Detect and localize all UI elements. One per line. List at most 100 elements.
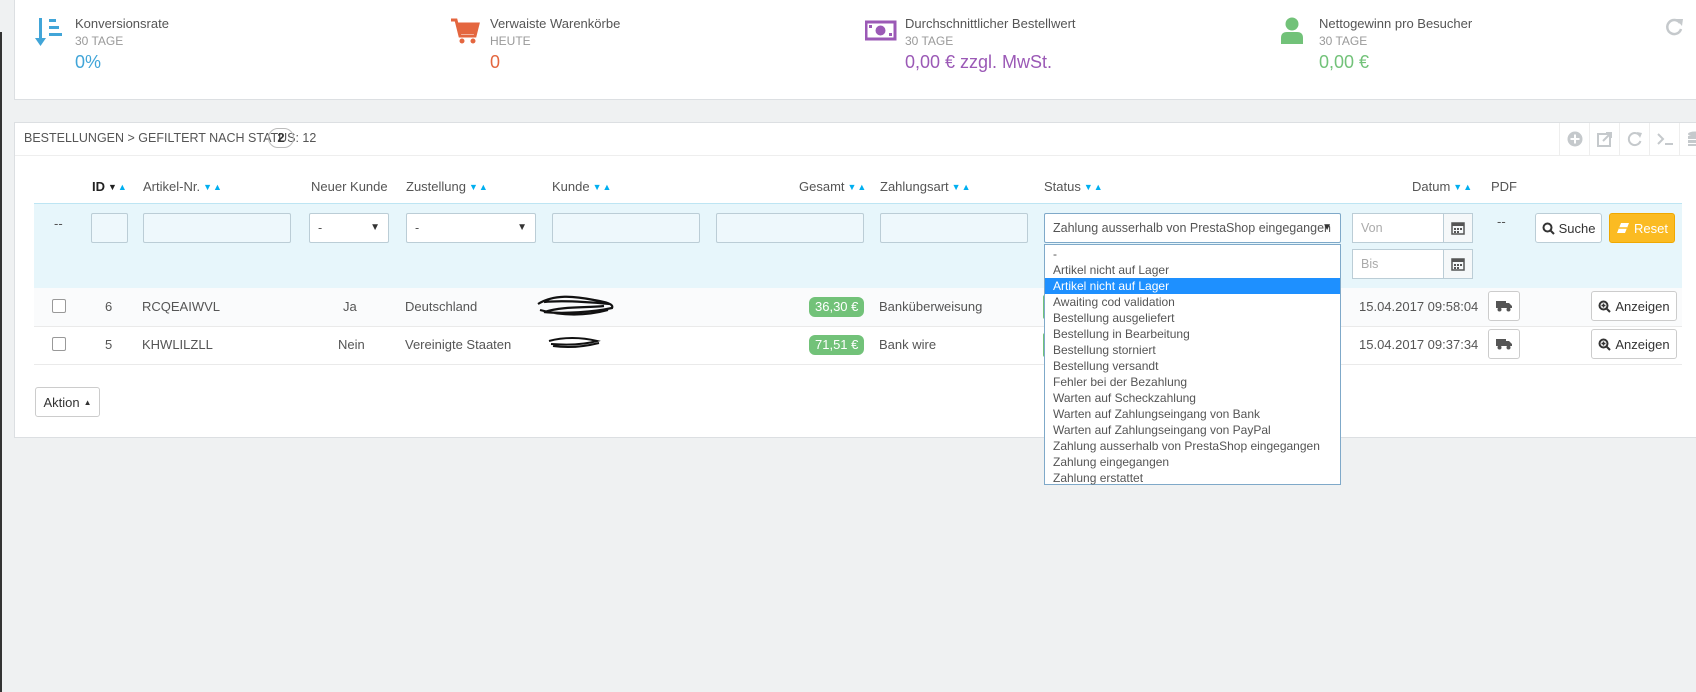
col-header-payment[interactable]: Zahlungsart ▼▲ xyxy=(880,179,971,194)
status-dropdown-list[interactable]: - Artikel nicht auf Lager Artikel nicht au… xyxy=(1044,244,1341,485)
refresh-list-button[interactable] xyxy=(1619,123,1649,155)
col-header-status[interactable]: Status ▼▲ xyxy=(1044,179,1104,194)
status-option[interactable]: Fehler bei der Bezahlung xyxy=(1045,374,1340,390)
sort-icon[interactable]: ▼▲ xyxy=(469,182,489,192)
table-row[interactable]: 5 KHWLILZLL Nein Vereinigte Staaten 71,5… xyxy=(34,326,1682,365)
col-header-label: Neuer Kunde xyxy=(311,179,388,194)
panel-header: Bestellungen > Gefiltert nach Status: 12… xyxy=(15,123,1696,156)
delivery-filter-select[interactable]: - ▼ xyxy=(406,213,536,243)
terminal-icon xyxy=(1656,133,1673,145)
payment-filter-input[interactable] xyxy=(880,213,1028,243)
cell-payment: Banküberweisung xyxy=(879,299,983,314)
reset-button[interactable]: Reset xyxy=(1609,213,1675,243)
refresh-icon[interactable] xyxy=(1663,16,1685,38)
col-header-label: Status xyxy=(1044,179,1081,194)
kpi-label: Durchschnittlicher Bestellwert xyxy=(905,16,1076,31)
status-option[interactable]: Bestellung storniert xyxy=(1045,342,1340,358)
status-option[interactable]: Zahlung ausserhalb von PrestaShop eingeg… xyxy=(1045,438,1340,454)
window-left-edge xyxy=(0,32,2,692)
id-filter-input[interactable] xyxy=(91,213,128,243)
status-filter-select[interactable]: Zahlung ausserhalb von PrestaShop eingeg… xyxy=(1044,213,1341,243)
add-new-button[interactable] xyxy=(1559,123,1589,155)
kpi-value: 0,00 € xyxy=(1319,52,1370,72)
status-option[interactable]: Awaiting cod validation xyxy=(1045,294,1340,310)
status-option[interactable]: Bestellung ausgeliefert xyxy=(1045,310,1340,326)
redacted-customer-scribble xyxy=(548,337,601,348)
user-icon xyxy=(1281,17,1303,44)
export-button[interactable] xyxy=(1589,123,1619,155)
status-option[interactable]: Warten auf Zahlungseingang von Bank xyxy=(1045,406,1340,422)
col-header-total[interactable]: Gesamt ▼▲ xyxy=(799,179,867,194)
row-checkbox[interactable] xyxy=(52,337,66,351)
sort-icon[interactable]: ▼▲ xyxy=(952,182,972,192)
truck-icon xyxy=(1496,301,1512,312)
status-option[interactable]: - xyxy=(1045,246,1340,262)
select-value: - xyxy=(415,221,420,235)
kpi-panel: Konversionsrate 30 TAGE 0% Verwaiste War… xyxy=(14,0,1696,100)
status-option[interactable]: Artikel nicht auf Lager xyxy=(1045,262,1340,278)
cell-new-customer: Nein xyxy=(338,337,365,352)
sql-query-button[interactable] xyxy=(1649,123,1679,155)
kpi-value: 0,00 € zzgl. MwSt. xyxy=(905,52,1053,72)
view-order-button[interactable]: Anzeigen xyxy=(1591,291,1677,321)
sort-icon[interactable]: ▼▲ xyxy=(1453,182,1473,192)
status-option[interactable]: Warten auf Scheckzahlung xyxy=(1045,390,1340,406)
new-customer-filter-select[interactable]: - ▼ xyxy=(309,213,389,243)
table-row[interactable]: 6 RCQEAIWVL Ja Deutschland 36,30 € Bankü… xyxy=(34,288,1682,327)
status-option[interactable]: Warten auf Zahlungseingang von PayPal xyxy=(1045,422,1340,438)
customer-filter-input[interactable] xyxy=(552,213,700,243)
sql-manager-button[interactable] xyxy=(1679,123,1696,155)
shopping-cart-icon xyxy=(451,18,480,44)
status-option[interactable]: Zahlung erstattet xyxy=(1045,470,1340,486)
delivery-slip-button[interactable] xyxy=(1488,291,1520,321)
status-option[interactable]: Bestellung versandt xyxy=(1045,358,1340,374)
sort-icon[interactable]: ▼▲ xyxy=(203,182,223,192)
kpi-label: Verwaiste Warenkörbe xyxy=(490,16,621,31)
ref-filter-input[interactable] xyxy=(143,213,291,243)
cell-id: 6 xyxy=(105,299,113,314)
date-to-input[interactable]: Bis xyxy=(1352,249,1444,279)
col-header-customer[interactable]: Kunde ▼▲ xyxy=(552,179,612,194)
view-order-label: Anzeigen xyxy=(1615,298,1670,314)
col-header-ref[interactable]: Artikel-Nr. ▼▲ xyxy=(143,179,223,194)
money-icon xyxy=(865,20,897,41)
select-value: - xyxy=(318,221,323,235)
col-header-date[interactable]: Datum ▼▲ xyxy=(1412,179,1473,194)
select-value: Zahlung ausserhalb von PrestaShop eingeg… xyxy=(1053,221,1331,235)
status-option[interactable]: Zahlung eingegangen xyxy=(1045,454,1340,470)
caret-down-icon: ▼ xyxy=(1322,222,1332,233)
kpi-value: 0% xyxy=(75,52,102,72)
total-filter-input[interactable] xyxy=(716,213,864,243)
sort-icon[interactable]: ▼▲ xyxy=(1084,182,1104,192)
cell-date: 15.04.2017 09:37:34 xyxy=(1359,337,1479,352)
caret-down-icon: ▼ xyxy=(370,222,380,233)
cell-delivery: Deutschland xyxy=(405,299,478,314)
search-button[interactable]: Suche xyxy=(1535,213,1602,243)
status-option[interactable]: Artikel nicht auf Lager xyxy=(1045,278,1340,294)
order-count-badge: 2 xyxy=(268,128,294,148)
cell-payment: Bank wire xyxy=(879,337,937,352)
cell-new-customer: Ja xyxy=(343,299,357,314)
status-option[interactable]: Bestellung in Bearbeitung xyxy=(1045,326,1340,342)
sort-icon[interactable]: ▼▲ xyxy=(108,182,128,192)
pdf-filter-placeholder: -- xyxy=(1497,214,1506,229)
delivery-slip-button[interactable] xyxy=(1488,329,1520,359)
kpi-label: Nettogewinn pro Besucher xyxy=(1319,16,1473,31)
view-order-label: Anzeigen xyxy=(1615,336,1670,352)
date-to-calendar-button[interactable] xyxy=(1443,249,1473,279)
kpi-label: Konversionsrate xyxy=(75,16,169,31)
col-header-id[interactable]: ID ▼▲ xyxy=(92,179,128,194)
cell-delivery: Vereinigte Staaten xyxy=(405,337,512,352)
row-checkbox[interactable] xyxy=(52,299,66,313)
bulk-action-button[interactable]: Aktion ▲ xyxy=(35,387,100,417)
col-header-label: Gesamt xyxy=(799,179,845,194)
col-header-delivery[interactable]: Zustellung ▼▲ xyxy=(406,179,489,194)
date-from-calendar-button[interactable] xyxy=(1443,213,1473,243)
database-icon xyxy=(1687,131,1696,146)
col-header-label: PDF xyxy=(1491,179,1517,194)
view-order-button[interactable]: Anzeigen xyxy=(1591,329,1677,359)
sort-icon[interactable]: ▼▲ xyxy=(848,182,868,192)
date-from-input[interactable]: Von xyxy=(1352,213,1444,243)
zoom-in-icon xyxy=(1598,338,1612,351)
sort-icon[interactable]: ▼▲ xyxy=(593,182,613,192)
